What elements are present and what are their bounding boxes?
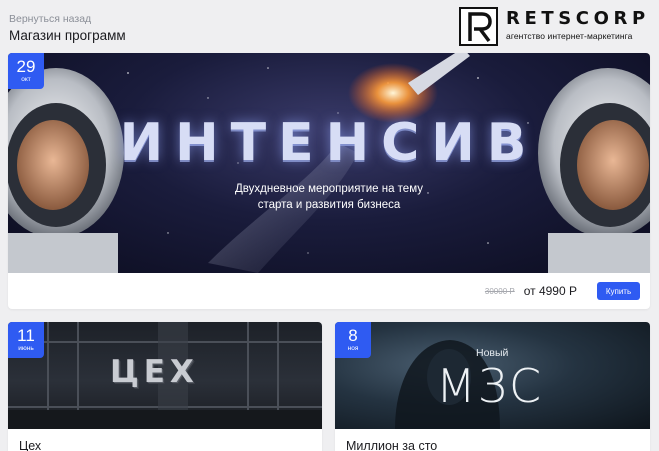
banner-title: МЗС [436,359,544,413]
back-link[interactable]: Вернуться назад [9,13,91,25]
program-title[interactable]: Цех [19,439,41,451]
logo-mark: R [459,7,498,46]
banner-subtitle-line2: старта и развития бизнеса [257,199,401,211]
old-price: 30000 Р [484,286,515,296]
logo-name: RETSCORP [506,8,650,29]
date-day: 8 [348,326,358,345]
logo-r-icon: R [467,11,492,42]
banner-subtitle-line1: Двухдневное мероприятие на тему [235,183,423,195]
current-price: от 4990 Р [523,284,577,298]
featured-banner[interactable]: 29 окт ИНТЕНСИВ Двухдневное мероприятие … [8,53,650,273]
date-month: июнь [18,345,34,352]
price-row: 30000 Р от 4990 Р Купить [485,282,640,300]
banner-title: ЦЕХ [110,354,199,390]
date-day: 11 [17,326,35,345]
page-title: Магазин программ [9,28,126,43]
date-badge: 11 июнь [8,322,44,358]
banner-small-text: Новый [476,347,509,359]
program-title[interactable]: Миллион за сто [346,439,437,451]
featured-program-card[interactable]: 29 окт ИНТЕНСИВ Двухдневное мероприятие … [8,53,650,309]
date-month: ноя [347,345,359,352]
logo-tagline: агентство интернет-маркетинга [506,31,633,41]
program-card-mzs[interactable]: 8 ноя Новый МЗС Миллион за сто [335,322,650,451]
date-badge: 8 ноя [335,322,371,358]
date-badge: 29 окт [8,53,44,89]
date-day: 29 [16,57,36,76]
mzs-banner[interactable]: 8 ноя Новый МЗС [335,322,650,429]
date-month: окт [21,76,31,83]
retscorp-logo[interactable]: R RETSCORP агентство интернет-маркетинга [459,7,655,46]
buy-button[interactable]: Купить [597,282,640,300]
program-card-ceh[interactable]: 11 июнь ЦЕХ Цех [8,322,322,451]
ceh-banner[interactable]: 11 июнь ЦЕХ [8,322,322,429]
banner-title: ИНТЕНСИВ [119,113,539,173]
